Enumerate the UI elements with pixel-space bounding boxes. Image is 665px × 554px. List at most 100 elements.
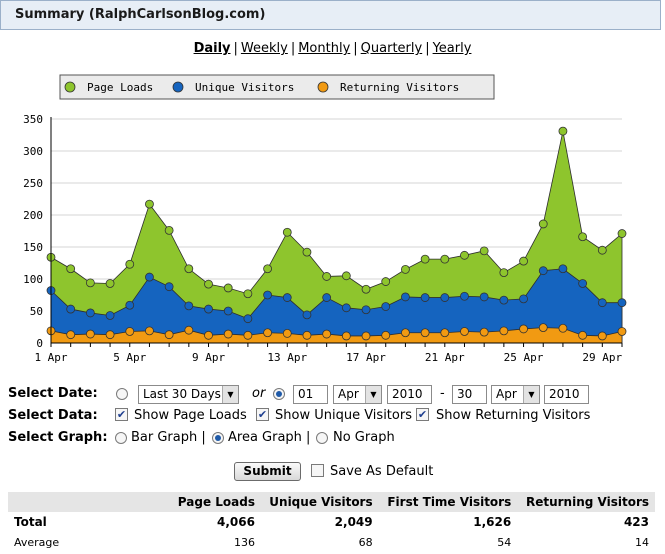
y-tick-label: 0 [36,337,43,350]
table-cell: 54 [497,535,512,549]
unique-visitors-point [243,314,253,324]
x-tick-label: 17 Apr [346,351,386,364]
area-graph-radio[interactable] [212,432,224,444]
unique-visitors-point [617,298,627,308]
x-tick-label: 1 Apr [34,351,67,364]
returning-visitors-point [617,327,627,336]
to-year-input[interactable]: 2010 [544,385,589,404]
x-tick-label: 21 Apr [425,351,465,364]
unique-visitors-checkbox[interactable]: ✔ [256,408,269,421]
unique-visitors-point [440,293,450,302]
bar-graph-radio[interactable] [115,432,127,444]
no-graph-radio[interactable] [316,432,328,444]
unique-visitors-point [538,266,548,276]
range-dash: - [440,386,445,401]
from-month-select[interactable]: Apr ▼ [333,385,382,404]
page-loads-checkbox[interactable]: ✔ [115,408,128,421]
page-loads-point [85,278,95,288]
returning-visitors-point [440,328,450,338]
page-loads-point [519,256,528,266]
page-loads-point [538,219,548,229]
table-cell: 1,626 [473,515,512,529]
unique-visitors-point [302,310,312,320]
unique-visitors-point [597,298,607,308]
returning-visitors-point [66,330,76,340]
table-row: Average 136 68 54 14 [8,532,655,552]
stats-table: Page Loads Unique Visitors First Time Vi… [8,492,655,552]
unique-visitors-point [263,290,272,300]
returning-visitors-point [145,326,154,336]
from-day-input[interactable]: 01 [293,385,328,404]
preset-range-select[interactable]: Last 30 Days ▼ [138,385,239,404]
custom-range-radio[interactable] [273,388,285,400]
returning-visitors-checkbox[interactable]: ✔ [416,408,429,421]
page-loads-point [460,250,469,260]
returning-visitors-point [401,328,410,338]
page-loads-point [243,289,253,299]
returning-visitors-point [184,325,194,335]
preset-range-radio[interactable] [116,388,128,400]
to-month-select[interactable]: Apr ▼ [491,385,540,404]
table-header: First Time Visitors [378,492,518,512]
table-header: Unique Visitors [260,492,379,512]
legend-label: Page Loads [87,81,153,94]
unique-visitors-point [125,300,135,310]
to-day-input[interactable]: 30 [452,385,487,404]
page-loads-point [302,247,312,257]
returning-visitors-point [322,329,332,339]
x-tick-label: 25 Apr [504,351,544,364]
page-loads-point [204,279,213,289]
period-weekly-link[interactable]: Weekly [241,41,288,56]
y-tick-label: 150 [23,241,43,254]
from-year-input[interactable]: 2010 [387,385,432,404]
returning-visitors-point [361,331,371,341]
unique-visitors-point [578,279,588,288]
period-quarterly-link[interactable]: Quarterly [361,41,423,56]
x-tick-label: 29 Apr [582,351,622,364]
returning-visitors-point [223,329,233,339]
table-header-row: Page Loads Unique Visitors First Time Vi… [8,492,655,512]
returning-visitors-point [499,326,509,336]
period-daily-link[interactable]: Daily [194,41,231,56]
period-nav: Daily | Weekly | Monthly | Quarterly | Yearly [193,41,472,56]
period-yearly-link[interactable]: Yearly [433,41,472,56]
returning-visitors-point [578,330,588,340]
table-cell: 14 [635,535,649,549]
unique-visitors-point [85,308,95,318]
page-loads-point [381,277,391,286]
or-text: or [252,386,266,401]
returning-visitors-point [164,330,174,340]
table-row: Total 4,066 2,049 1,626 423 [8,512,655,532]
table-cell: Total [14,515,47,529]
unique-visitors-point [223,306,233,316]
unique-visitors-point [499,295,509,305]
returning-visitors-point [243,330,253,340]
returning-visitors-point [125,327,135,336]
unique-visitors-point [401,292,410,302]
returning-visitors-point [538,323,548,333]
page-loads-point [282,227,292,237]
save-default-checkbox[interactable] [311,464,324,477]
unique-visitors-point [204,304,213,314]
page-loads-point [401,264,410,274]
page-loads-point [145,199,154,209]
y-tick-label: 100 [23,273,43,286]
returning-visitors-point [420,328,430,338]
returning-visitors-point [85,329,95,339]
period-monthly-link[interactable]: Monthly [298,41,350,56]
unique-visitors-point [322,293,332,302]
submit-button[interactable]: Submit [234,462,301,481]
y-tick-label: 200 [23,209,43,222]
returning-visitors-point [479,327,489,337]
area-chart: Page Loads Unique Visitors Returning Visit… [23,74,627,364]
chart-legend: Page Loads Unique Visitors Returning Visit… [59,74,495,100]
page-loads-point [341,271,351,281]
no-graph-label: No Graph [333,430,395,445]
y-tick-label: 250 [23,177,43,190]
unique-visitors-point [164,282,174,292]
unique-visitors-point [361,305,371,315]
page-loads-point [322,272,332,281]
unique-visitors-point [105,311,115,320]
save-default-label: Save As Default [330,464,434,479]
select-data-label: Select Data: [8,408,98,423]
